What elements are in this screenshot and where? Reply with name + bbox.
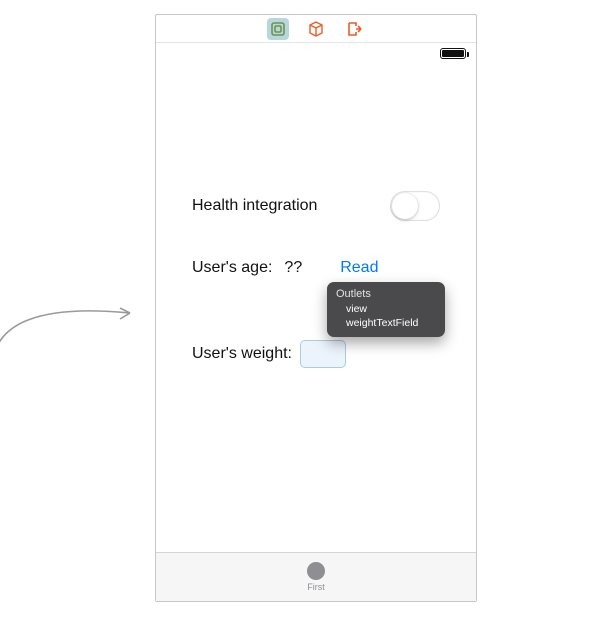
switch-knob: [392, 193, 418, 219]
outlet-item-weight[interactable]: weightTextField: [336, 316, 436, 330]
weight-row: User's weight:: [192, 340, 440, 368]
weight-label: User's weight:: [192, 345, 292, 363]
health-row: Health integration: [192, 191, 440, 221]
layers-icon[interactable]: [267, 18, 289, 40]
tab-item-first-label: First: [307, 582, 325, 592]
tab-item-first-icon[interactable]: [307, 562, 325, 580]
age-label: User's age:: [192, 259, 272, 277]
ib-toolbar: [156, 15, 476, 43]
age-row: User's age: ?? Read: [192, 259, 440, 277]
connection-arrow: [0, 255, 150, 375]
tab-bar: First: [156, 552, 476, 601]
weight-textfield[interactable]: [300, 340, 346, 368]
outlets-popover[interactable]: Outlets view weightTextField: [327, 282, 445, 337]
cube-icon[interactable]: [305, 18, 327, 40]
age-value: ??: [284, 259, 302, 277]
popover-title: Outlets: [336, 287, 436, 302]
read-button[interactable]: Read: [340, 259, 378, 277]
health-switch[interactable]: [390, 191, 440, 221]
outlet-item-view[interactable]: view: [336, 302, 436, 316]
health-label: Health integration: [192, 197, 317, 215]
exit-icon[interactable]: [343, 18, 365, 40]
